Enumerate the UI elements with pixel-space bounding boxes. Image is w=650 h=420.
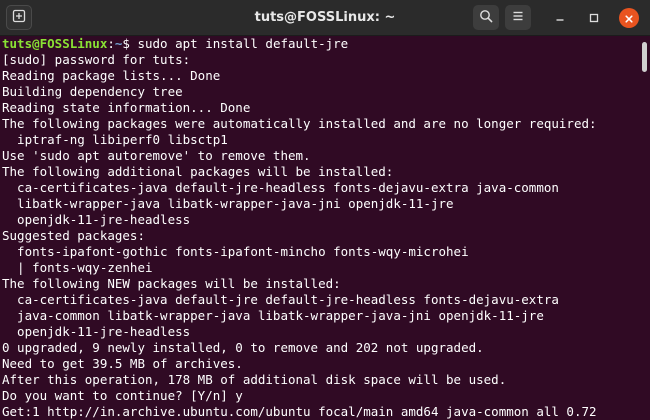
- output-line: openjdk-11-jre-headless: [2, 212, 191, 227]
- output-line: fonts-ipafont-gothic fonts-ipafont-minch…: [2, 244, 469, 259]
- menu-button[interactable]: [505, 5, 531, 30]
- search-icon: [479, 8, 493, 27]
- prompt-separator: :: [107, 36, 115, 51]
- hamburger-menu-icon: [511, 8, 525, 27]
- output-line: libatk-wrapper-java libatk-wrapper-java-…: [2, 196, 454, 211]
- output-line: ca-certificates-java default-jre default…: [2, 292, 559, 307]
- output-line: iptraf-ng libiperf0 libsctp1: [2, 132, 228, 147]
- close-icon: [624, 9, 634, 28]
- output-line: Do you want to continue? [Y/n] y: [2, 388, 243, 403]
- output-line: 0 upgraded, 9 newly installed, 0 to remo…: [2, 340, 484, 355]
- output-line: The following additional packages will b…: [2, 164, 394, 179]
- output-line: openjdk-11-jre-headless: [2, 324, 191, 339]
- output-line: | fonts-wqy-zenhei: [2, 260, 153, 275]
- output-line: Need to get 39.5 MB of archives.: [2, 356, 243, 371]
- terminal-output[interactable]: tuts@FOSSLinux:~$ sudo apt install defau…: [0, 36, 640, 420]
- output-line: java-common libatk-wrapper-java libatk-w…: [2, 308, 544, 323]
- output-line: The following NEW packages will be insta…: [2, 276, 341, 291]
- minimize-button[interactable]: [550, 8, 570, 28]
- command-prompt-line: tuts@FOSSLinux:~$ sudo apt install defau…: [2, 36, 640, 52]
- output-line: Reading package lists... Done: [2, 68, 221, 83]
- output-line: Building dependency tree: [2, 84, 183, 99]
- title-bar: tuts@FOSSLinux: ~: [0, 0, 650, 36]
- output-line: The following packages were automaticall…: [2, 116, 597, 131]
- output-line: After this operation, 178 MB of addition…: [2, 372, 507, 387]
- output-line: Suggested packages:: [2, 228, 145, 243]
- output-line: [sudo] password for tuts:: [2, 52, 191, 67]
- new-tab-icon: [12, 8, 26, 27]
- terminal-window: tuts@FOSSLinux: ~ tuts@FOSSLinux:~$ sudo…: [0, 0, 650, 420]
- prompt-symbol: $: [122, 36, 138, 51]
- new-tab-button[interactable]: [6, 5, 32, 30]
- search-button[interactable]: [473, 5, 499, 30]
- maximize-button[interactable]: [584, 8, 604, 28]
- minimize-icon: [554, 9, 566, 28]
- terminal-scrollbar[interactable]: [640, 36, 650, 420]
- maximize-icon: [588, 9, 600, 28]
- output-line: Use 'sudo apt autoremove' to remove them…: [2, 148, 311, 163]
- close-button[interactable]: [619, 8, 639, 28]
- output-line: Reading state information... Done: [2, 100, 251, 115]
- scrollbar-thumb[interactable]: [642, 42, 647, 72]
- command-text: sudo apt install default-jre: [137, 36, 349, 51]
- output-line: Get:1 http://in.archive.ubuntu.com/ubunt…: [2, 404, 597, 419]
- prompt-user-host: tuts@FOSSLinux: [2, 36, 108, 51]
- output-line: ca-certificates-java default-jre-headles…: [2, 180, 559, 195]
